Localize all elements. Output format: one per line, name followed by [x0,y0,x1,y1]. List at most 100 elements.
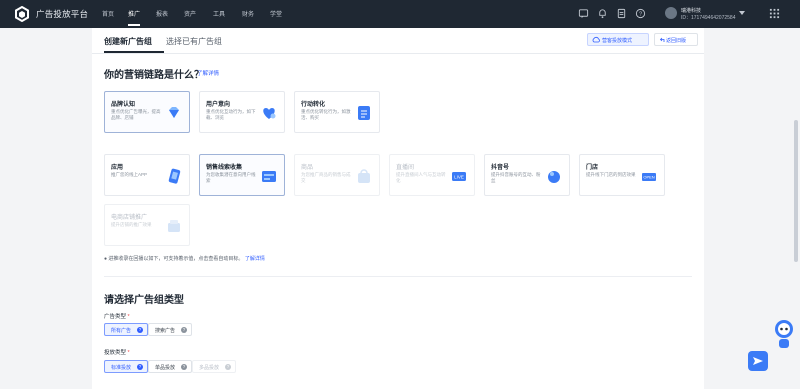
clipboard-icon[interactable] [616,8,627,19]
card-desc: 重点优化互动行为，如下载、浏览 [206,109,256,120]
help-icon[interactable]: ? [137,364,143,370]
svg-text:OPEN: OPEN [643,175,654,180]
mode-switch-label: 营客投放模式 [602,38,633,44]
send-icon [753,357,763,365]
tab-divider [92,53,704,54]
seg-label: 搜索广告 [155,328,176,334]
seg-label: 单品投放 [155,365,176,371]
back-to-old-version-button[interactable]: 返回旧版 [654,33,698,46]
learn-more-link[interactable]: 了解详情 [197,69,219,77]
svg-text:LIVE: LIVE [454,175,464,180]
card-title: 电商店铺推广 [111,215,148,221]
form-icon [262,171,276,182]
mode-switch-button[interactable]: 营客投放模式 [587,33,649,46]
nav-promotion[interactable]: 推广 [128,9,140,18]
card-desc: 重点优化转化行为，如激活、购买 [301,109,351,120]
nav-finance[interactable]: 财务 [242,9,254,18]
card-brand-awareness[interactable]: 品牌认知 重点优化广告曝光，提高品牌、店铺 [104,91,190,133]
back-label: 返回旧版 [666,38,687,44]
diamond-icon [169,107,179,118]
seg-label: 所有广告 [111,328,132,334]
main-content: 创建新广告组 选择已有广告组 营客投放模式 返回旧版 你的营销链路是什么？ 了解… [92,28,704,389]
user-id: ID：1717494642072584 [681,15,736,21]
scrollbar[interactable] [794,120,798,262]
card-title: 行动转化 [301,102,326,108]
bell-icon[interactable] [597,8,608,19]
nav-home[interactable]: 首页 [102,9,114,18]
document-icon [358,106,370,120]
assistant-robot-icon[interactable] [772,318,796,350]
ad-type-search-ads[interactable]: 搜索广告 ? [148,323,192,336]
card-product: 商品 为您推广商品的销售与成交 [294,154,380,196]
card-title: 商品 [301,165,314,171]
chevron-down-icon[interactable] [739,11,745,15]
nav-academy[interactable]: 学堂 [270,9,282,18]
ad-type-label: 广告类型 * [104,314,130,320]
floating-action-button[interactable] [748,351,768,371]
heart-icon [263,108,276,119]
help-icon[interactable]: ? [181,327,187,333]
return-icon [659,37,665,42]
tab-create-new-ad-group[interactable]: 创建新广告组 [104,36,152,47]
card-live-room: 直播间 提升直播间人气与互动转化 LIVE [389,154,475,196]
card-store[interactable]: 门店 提升线下门店的到店效果 OPEN [579,154,665,196]
card-desc: 提升抖音账号的互动、粉丝 [491,172,541,183]
card-desc: 提升线下门店的到店效果 [586,172,636,177]
card-title: 抖音号 [491,165,510,171]
logo-icon[interactable] [14,6,30,22]
nav-reports[interactable]: 报表 [156,9,168,18]
ad-type-all-ads[interactable]: 所有广告 ? [104,323,148,336]
user-name: 瑞港科技 [681,8,702,14]
help-icon: ? [225,364,231,370]
app-title: 广告投放平台 [36,9,89,19]
ad-group-type-title: 请选择广告组类型 [104,295,184,306]
card-user-intent[interactable]: 用户意向 重点优化互动行为，如下载、浏览 [199,91,285,133]
ad-type-label-text: 广告类型 [104,314,127,320]
message-icon[interactable] [578,8,589,19]
card-app[interactable]: 应用 推广您的线上APP [104,154,190,196]
card-desc: 为您收集潜在意向用户线索 [206,172,256,183]
tab-select-existing-ad-group[interactable]: 选择已有广告组 [166,36,222,47]
delivery-standard[interactable]: 标准投放 ? [104,360,148,373]
seg-label: 标准投放 [111,365,132,371]
card-title: 应用 [111,165,124,171]
marketing-chain-title: 你的营销链路是什么？ [104,70,204,81]
help-icon[interactable]: ? [181,364,187,370]
phone-icon [168,168,181,184]
card-action-conversion[interactable]: 行动转化 重点优化转化行为，如激活、购买 [294,91,380,133]
card-title: 品牌认知 [111,102,136,108]
card-title: 门店 [586,165,599,171]
cloud-icon [592,36,600,43]
card-sales-leads[interactable]: 销售线索收集 为您收集潜在意向用户线索 [199,154,285,196]
card-ecommerce-shop: 电商店铺推广 提升店铺的推广效果 [104,204,190,246]
top-nav-bar: 广告投放平台 首页 推广 报表 资产 工具 财务 学堂 ? 瑞港科技 ID：17… [0,0,800,28]
delivery-label-text: 投放类型 [104,350,127,356]
app-grid-icon[interactable] [769,8,780,19]
card-desc: 提升直播间人气与互动转化 [396,172,446,183]
delivery-single-product[interactable]: 单品投放 ? [148,360,192,373]
store-icon: OPEN [642,173,656,181]
card-desc: 提升店铺的推广效果 [111,222,152,227]
nav-tools[interactable]: 工具 [213,9,225,18]
seg-label: 多品投放 [199,365,220,371]
hint-text: ● 进推收录在回播以如下，可支持着示值，点击查看自动目标。 [104,256,244,262]
svg-text:?: ? [639,12,642,18]
section-divider [104,276,692,277]
hint-learn-more-link[interactable]: 了解详情 [245,256,265,262]
nav-active-indicator [128,24,140,26]
nav-assets[interactable]: 资产 [184,9,196,18]
delivery-multi-product: 多品投放 ? [192,360,236,373]
live-icon: LIVE [452,172,466,181]
card-title: 直播间 [396,165,415,171]
card-desc: 推广您的线上APP [111,172,148,177]
card-title: 销售线索收集 [206,165,243,171]
card-desc: 重点优化广告曝光，提高品牌、店铺 [111,109,161,120]
help-icon[interactable]: ? [137,327,143,333]
card-desc: 为您推广商品的销售与成交 [301,172,351,183]
marketing-hint: ● 进推收录在回播以如下，可支持着示值，点击查看自动目标。 了解详情 [104,255,265,262]
help-icon[interactable]: ? [635,8,646,19]
card-douyin-account[interactable]: 抖音号 提升抖音账号的互动、粉丝 [484,154,570,196]
shop-icon [168,220,180,232]
delivery-type-label: 投放类型 * [104,350,130,356]
avatar[interactable] [665,7,677,19]
